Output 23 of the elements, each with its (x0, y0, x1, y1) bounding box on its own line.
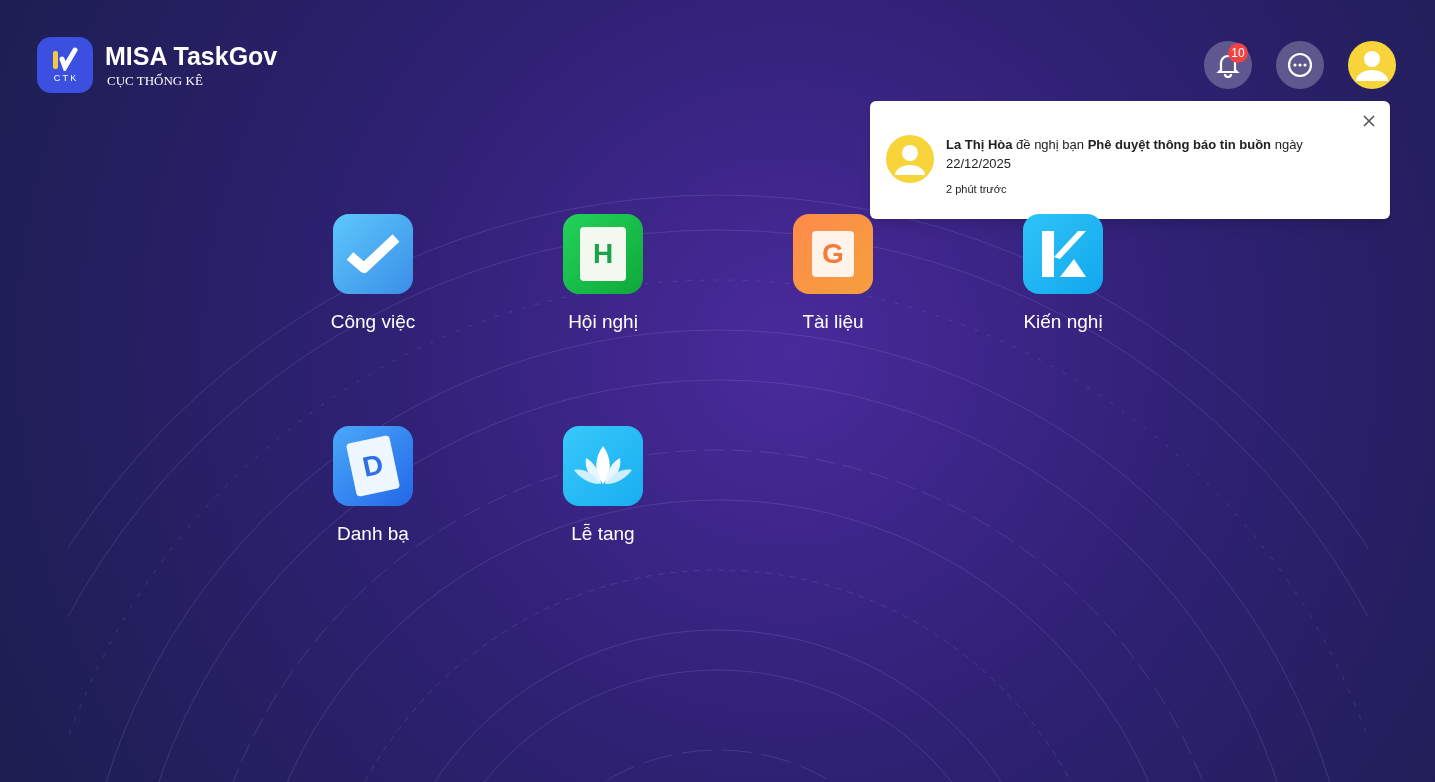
notification-count-badge: 10 (1228, 43, 1248, 63)
more-button[interactable] (1276, 41, 1324, 89)
close-button[interactable] (1362, 114, 1376, 128)
notifications-button[interactable]: 10 (1204, 41, 1252, 89)
address-book: D (345, 434, 401, 497)
organization-name: CỤC THỐNG KÊ (107, 72, 204, 89)
app-launcher[interactable]: D Danh bạ (313, 425, 433, 546)
close-icon (1363, 115, 1375, 127)
checkmark-icon (346, 234, 400, 274)
avatar-icon (886, 135, 934, 183)
user-avatar[interactable] (1348, 41, 1396, 89)
notification-time: 2 phút trước (946, 184, 1008, 195)
notification-message: La Thị Hòa đề nghị bạn Phê duyệt thông báo tin buồn ngày 22/12/2025 (946, 136, 1304, 173)
calendar-page: H (580, 227, 626, 281)
document-page: G (812, 231, 854, 277)
app-launcher[interactable]: Lễ tang (543, 425, 663, 546)
k-letter-icon (1040, 229, 1086, 279)
product-name: MISA TaskGov (105, 41, 278, 73)
app-logo: C T K (37, 37, 93, 93)
more-icon (1287, 52, 1313, 78)
notification-card[interactable]: La Thị Hòa đề nghị bạn Phê duyệt thông báo tin buồn ngày 22/12/2025 2 phút trước (870, 101, 1390, 219)
app-launcher[interactable]: H Hội nghị (543, 214, 663, 334)
app-launcher[interactable]: Công việc (313, 214, 433, 334)
